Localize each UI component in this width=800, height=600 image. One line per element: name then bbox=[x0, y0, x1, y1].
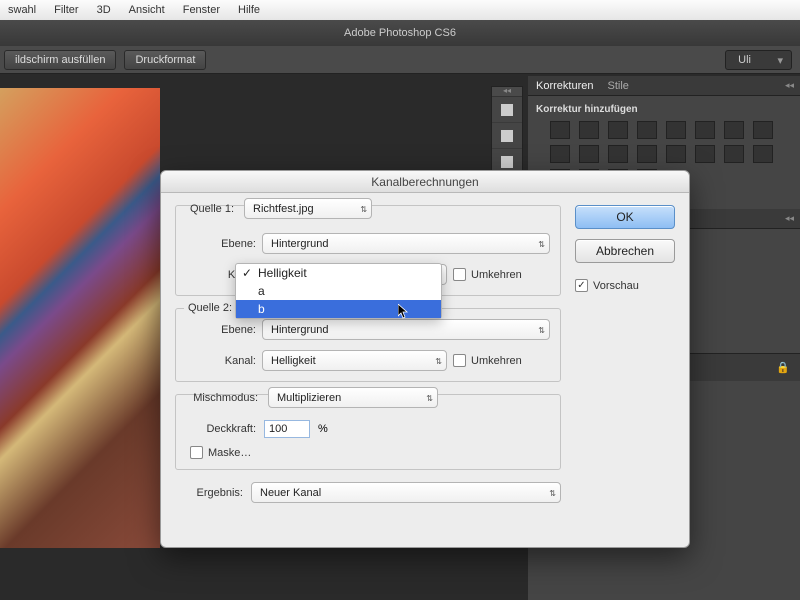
korrekturen-panel-header: Korrekturen Stile ◂◂ bbox=[528, 76, 800, 96]
menu-3d[interactable]: 3D bbox=[97, 4, 111, 16]
adjust-icon-hue[interactable] bbox=[695, 121, 715, 139]
options-bar: ildschirm ausfüllen Druckformat Uli bbox=[0, 46, 800, 74]
mischmodus-fieldset: Mischmodus: Multiplizieren Deckkraft: % … bbox=[175, 394, 561, 470]
adjust-icon-gradient-map[interactable] bbox=[724, 145, 744, 163]
mini-toolbar: ◂◂ bbox=[491, 86, 523, 176]
adjust-icon-posterize[interactable] bbox=[666, 145, 686, 163]
tool-icon-1[interactable] bbox=[492, 97, 522, 123]
ergebnis-select[interactable]: Neuer Kanal bbox=[251, 482, 561, 503]
menu-filter[interactable]: Filter bbox=[54, 4, 78, 16]
menubar: swahl Filter 3D Ansicht Fenster Hilfe bbox=[0, 0, 800, 20]
dd-option-a[interactable]: a bbox=[236, 282, 441, 300]
adjust-icon-photo-filter[interactable] bbox=[550, 145, 570, 163]
adjust-icon-vibrance[interactable] bbox=[666, 121, 686, 139]
cancel-button[interactable]: Abbrechen bbox=[575, 239, 675, 263]
adjust-icon-channel-mixer[interactable] bbox=[579, 145, 599, 163]
cursor-icon bbox=[398, 304, 409, 320]
lock-icon[interactable]: 🔒 bbox=[776, 361, 790, 374]
panel-collapse-icon[interactable]: ◂◂ bbox=[785, 80, 794, 91]
app-titlebar: Adobe Photoshop CS6 bbox=[0, 20, 800, 46]
deckkraft-input[interactable] bbox=[264, 420, 310, 438]
quelle1-file-select[interactable]: Richtfest.jpg bbox=[244, 198, 372, 219]
toolbar-collapse-icon[interactable]: ◂◂ bbox=[492, 87, 522, 97]
quelle2-legend: Quelle 2: bbox=[184, 302, 236, 314]
dd-option-helligkeit[interactable]: Helligkeit bbox=[236, 264, 441, 282]
adjust-icon-invert[interactable] bbox=[637, 145, 657, 163]
adjust-icon-color-lookup[interactable] bbox=[608, 145, 628, 163]
quelle1-umkehren-label: Umkehren bbox=[471, 269, 522, 281]
maske-checkbox[interactable] bbox=[190, 446, 203, 459]
ok-button[interactable]: OK bbox=[575, 205, 675, 229]
quelle2-fieldset: Quelle 2: Ebene: Hintergrund Kanal: Hell… bbox=[175, 308, 561, 382]
print-size-button[interactable]: Druckformat bbox=[124, 50, 206, 70]
canvas-image[interactable] bbox=[0, 88, 160, 548]
quelle2-umkehren-checkbox[interactable] bbox=[453, 354, 466, 367]
adjust-icon-brightness[interactable] bbox=[550, 121, 570, 139]
deckkraft-pct: % bbox=[318, 423, 328, 435]
dd-option-b[interactable]: b bbox=[236, 300, 441, 318]
quelle1-umkehren-checkbox[interactable] bbox=[453, 268, 466, 281]
adjust-icon-levels[interactable] bbox=[579, 121, 599, 139]
menu-hilfe[interactable]: Hilfe bbox=[238, 4, 260, 16]
adjust-icon-selective[interactable] bbox=[753, 145, 773, 163]
quelle2-kanal-select[interactable]: Helligkeit bbox=[262, 350, 447, 371]
menu-fenster[interactable]: Fenster bbox=[183, 4, 220, 16]
kanal-dropdown-open: Helligkeit a b bbox=[235, 263, 442, 319]
fit-screen-button[interactable]: ildschirm ausfüllen bbox=[4, 50, 116, 70]
quelle1-ebene-select[interactable]: Hintergrund bbox=[262, 233, 550, 254]
tool-icon-2[interactable] bbox=[492, 123, 522, 149]
app-title: Adobe Photoshop CS6 bbox=[344, 27, 456, 39]
quelle1-legend: Quelle 1: bbox=[186, 203, 238, 215]
workspace-selector[interactable]: Uli bbox=[725, 50, 792, 70]
korrektur-add-label: Korrektur hinzufügen bbox=[536, 104, 792, 115]
adjust-icon-bw[interactable] bbox=[753, 121, 773, 139]
mischmodus-label: Mischmodus: bbox=[186, 392, 262, 404]
adjust-icon-wb[interactable] bbox=[724, 121, 744, 139]
menu-swahl[interactable]: swahl bbox=[8, 4, 36, 16]
vorschau-checkbox[interactable]: ✓ bbox=[575, 279, 588, 292]
adjust-icon-threshold[interactable] bbox=[695, 145, 715, 163]
quelle2-umkehren-label: Umkehren bbox=[471, 355, 522, 367]
deckkraft-label: Deckkraft: bbox=[186, 423, 256, 435]
quelle2-ebene-select[interactable]: Hintergrund bbox=[262, 319, 550, 340]
mischmodus-select[interactable]: Multiplizieren bbox=[268, 387, 438, 408]
vorschau-label: Vorschau bbox=[593, 280, 639, 292]
quelle2-kanal-label: Kanal: bbox=[186, 355, 256, 367]
quelle2-ebene-label: Ebene: bbox=[186, 324, 256, 336]
quelle1-ebene-label: Ebene: bbox=[186, 238, 256, 250]
tab-korrekturen[interactable]: Korrekturen bbox=[536, 80, 593, 92]
panel-collapse-icon-2[interactable]: ◂◂ bbox=[785, 213, 794, 224]
adjust-icon-exposure[interactable] bbox=[637, 121, 657, 139]
adjust-icon-curves[interactable] bbox=[608, 121, 628, 139]
tab-stile[interactable]: Stile bbox=[607, 80, 628, 92]
kanalberechnungen-dialog: Kanalberechnungen Quelle 1: Richtfest.jp… bbox=[160, 170, 690, 548]
ergebnis-label: Ergebnis: bbox=[175, 487, 243, 499]
menu-ansicht[interactable]: Ansicht bbox=[129, 4, 165, 16]
maske-label: Maske… bbox=[208, 447, 251, 459]
dialog-title: Kanalberechnungen bbox=[161, 171, 689, 193]
